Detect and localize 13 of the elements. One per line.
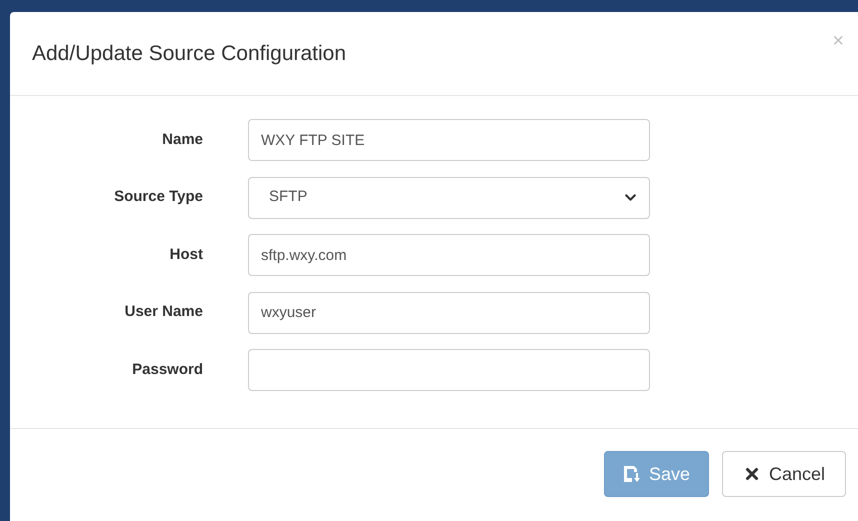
input-field[interactable] [248, 349, 650, 391]
field-label: Source Type [113, 187, 203, 208]
input-field[interactable]: wxyuser [248, 292, 650, 334]
save-icon [622, 465, 641, 483]
field-label: User Name [124, 302, 203, 322]
field-label: Host [168, 244, 203, 265]
field-label: Name [161, 130, 203, 150]
input-field[interactable]: WXY FTP SITE [248, 119, 650, 161]
cancel-button[interactable]: Cancel [722, 451, 846, 497]
dialog-title: Add/Update Source Configuration [32, 40, 346, 67]
input-field[interactable]: sftp.wxy.com [248, 234, 650, 276]
select-field[interactable]: SFTP [248, 176, 650, 218]
field-label: Password [131, 360, 203, 380]
